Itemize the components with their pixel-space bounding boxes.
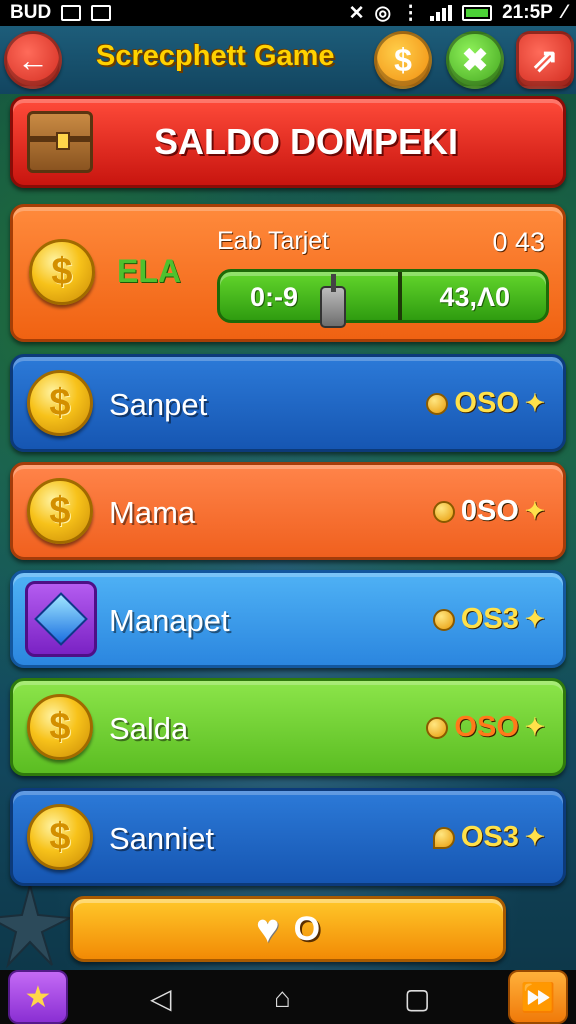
list-item-name: Manapet: [109, 603, 230, 638]
target-value: 0 43: [492, 227, 545, 257]
sparkle-icon: ✦: [524, 606, 545, 633]
star-icon: ★: [24, 980, 52, 1014]
list-item-name: Sanniet: [109, 821, 215, 856]
coin-symbol: $: [49, 815, 71, 858]
puzzle-button[interactable]: ✖: [446, 31, 504, 89]
amount-value: OSO: [454, 387, 519, 419]
list-item-name: Salda: [109, 711, 189, 746]
amount-value: OS3: [460, 603, 519, 635]
puzzle-icon: ✖: [461, 42, 489, 78]
status-time: 21:5P: [502, 2, 553, 23]
coin-symbol: $: [49, 381, 71, 424]
heart-icon: ♥: [255, 906, 280, 951]
target-progress-bar[interactable]: 0:-9 43,Ʌ0: [217, 269, 549, 328]
progress-right-value: 43,Ʌ0: [439, 282, 510, 312]
game-title: Screcphett Game: [96, 40, 335, 72]
coin-icon: $: [29, 239, 95, 305]
wallet-banner: SALDO DOMPEKI: [10, 96, 566, 188]
gem-icon: [25, 581, 97, 657]
signal-icon: [430, 5, 453, 21]
starfish-decoration: [0, 881, 74, 969]
battery-icon: [462, 5, 493, 21]
amount-value: 0SO: [460, 495, 519, 527]
alarm-icon: ◎: [374, 2, 392, 24]
nav-home-icon[interactable]: ⌂: [274, 982, 291, 1014]
coin-icon: $: [27, 694, 93, 760]
favorites-button[interactable]: ★: [8, 970, 68, 1024]
progress-divider: [398, 272, 402, 320]
coin-symbol: $: [51, 250, 73, 293]
coin-shop-button[interactable]: $: [374, 31, 432, 89]
coin-stack-icon: [426, 716, 449, 739]
gallery-icon: [91, 5, 112, 21]
sparkle-icon: ✦: [524, 824, 545, 851]
coin-icon: $: [27, 478, 93, 544]
image-icon: [61, 5, 82, 21]
list-item[interactable]: $ Mama 0SO ✦: [10, 462, 566, 560]
coin-symbol: $: [49, 705, 71, 748]
fast-forward-icon: ⏩: [520, 981, 556, 1013]
amount-value: OSO: [454, 711, 519, 743]
coin-stack-icon: [432, 500, 455, 523]
sparkle-icon: ✦: [524, 714, 545, 741]
sparkle-icon: ✦: [524, 390, 545, 417]
target-label-left: ELA: [117, 253, 181, 289]
share-icon: ⇗: [531, 42, 559, 78]
banner-title: SALDO DOMPEKI: [153, 121, 458, 162]
status-left-text: BUD: [10, 2, 52, 23]
list-item-amount: 0SO ✦: [432, 495, 545, 528]
share-button[interactable]: ⇗: [516, 31, 574, 89]
amount-value: OS3: [460, 821, 519, 853]
list-item-name: Mama: [109, 495, 196, 530]
status-bar: BUD ✕ ◎ ⋮ 21:5P ⁄: [0, 0, 576, 26]
list-item[interactable]: $ Salda OSO ✦: [10, 678, 566, 776]
navigation-bar: ★ ◁ ⌂ ▢ ⏩: [0, 970, 576, 1024]
slider-handle[interactable]: [320, 274, 346, 328]
status-battery-percent: ⁄: [562, 2, 566, 23]
tools-icon: ✕: [348, 2, 365, 24]
coin-symbol: $: [49, 489, 71, 532]
list-item-amount: OSO ✦: [426, 711, 545, 744]
back-button[interactable]: ←: [4, 31, 62, 89]
list-item-name: Sanpet: [109, 387, 208, 422]
target-title: Eab Tarjet: [217, 227, 330, 255]
nav-back-icon[interactable]: ◁: [150, 982, 172, 1015]
nav-recent-icon[interactable]: ▢: [404, 982, 430, 1015]
fast-forward-button[interactable]: ⏩: [508, 970, 568, 1024]
list-item[interactable]: $ Sanpet OSO ✦: [10, 354, 566, 452]
list-item-amount: OSO ✦: [426, 387, 545, 420]
coin-icon: $: [27, 370, 93, 436]
likes-count: O: [293, 909, 321, 948]
dollar-icon: $: [394, 41, 412, 78]
arrow-left-icon: ←: [17, 41, 49, 78]
heart-coin-icon: [432, 826, 455, 849]
list-item[interactable]: Manapet OS3 ✦: [10, 570, 566, 668]
progress-left-value: 0:-9: [250, 282, 299, 312]
list-item-amount: OS3 ✦: [432, 603, 545, 636]
coin-stack-icon: [426, 392, 449, 415]
list-item-amount: OS3 ✦: [432, 821, 545, 854]
sparkle-icon: ✦: [524, 498, 545, 525]
coin-icon: $: [27, 804, 93, 870]
coin-stack-icon: [432, 608, 455, 631]
wifi-icon: ⋮: [401, 2, 421, 24]
list-item[interactable]: $ Sanniet OS3 ✦: [10, 788, 566, 886]
likes-button[interactable]: ♥ O: [70, 896, 506, 962]
header: ← Screcphett Game $ ✖ ⇗: [0, 26, 576, 94]
target-panel: $ ELA Eab Tarjet 0 43 0:-9 43,Ʌ0: [10, 204, 566, 342]
